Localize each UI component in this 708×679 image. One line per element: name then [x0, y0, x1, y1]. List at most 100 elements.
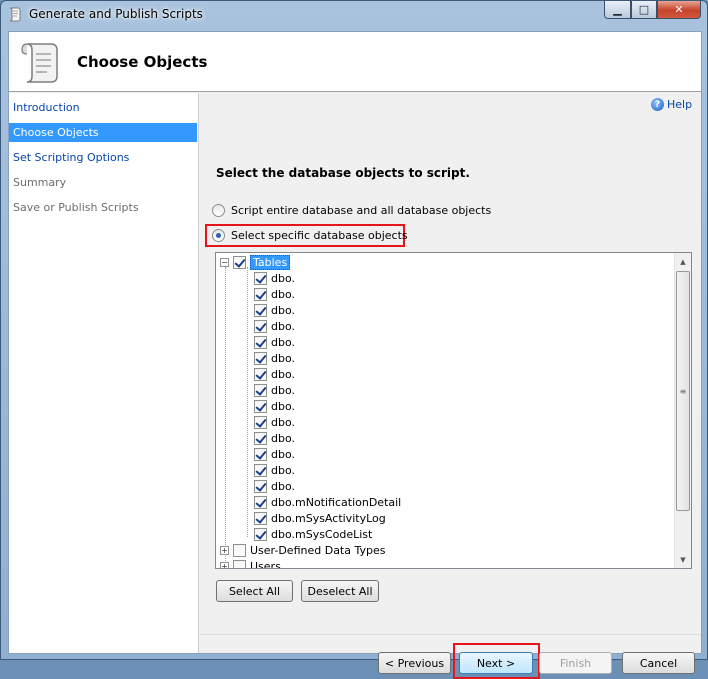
minimize-button[interactable]: ▁: [604, 1, 631, 19]
tree-item[interactable]: dbo.: [254, 478, 295, 494]
title-bar[interactable]: Generate and Publish Scripts ▁ □ ✕: [1, 1, 707, 27]
checkbox[interactable]: [254, 527, 267, 541]
expand-icon[interactable]: +: [220, 561, 229, 568]
minimize-icon: ▁: [613, 3, 622, 16]
tree-item[interactable]: dbo.: [254, 318, 295, 334]
tree-item[interactable]: dbo.: [254, 366, 295, 382]
tree-item[interactable]: dbo.: [254, 430, 295, 446]
checkbox[interactable]: [233, 543, 246, 557]
radio-specific-objects[interactable]: Select specific database objects: [212, 229, 408, 242]
tree-item[interactable]: dbo.mSysCodeList: [254, 526, 372, 542]
tree-scrollbar[interactable]: ▲ ≡ ▼: [674, 253, 691, 568]
tree-item[interactable]: dbo.: [254, 414, 295, 430]
help-link[interactable]: ? Help: [651, 98, 692, 111]
tree-item-label: dbo.: [271, 431, 295, 445]
tree-item[interactable]: dbo.: [254, 382, 295, 398]
checkbox[interactable]: [254, 351, 267, 365]
tree-item-label: dbo.: [271, 319, 295, 333]
tree-item-label: dbo.mSysActivityLog: [271, 511, 386, 525]
tree-node-user-defined-data-types[interactable]: + User-Defined Data Types: [220, 542, 385, 558]
deselect-all-button[interactable]: Deselect All: [301, 580, 379, 602]
main-panel: ? Help Select the database objects to sc…: [200, 93, 701, 679]
section-title: Select the database objects to script.: [216, 166, 470, 180]
footer-divider: [200, 634, 701, 635]
previous-button[interactable]: < Previous: [378, 652, 451, 674]
checkbox[interactable]: [254, 495, 267, 509]
cancel-button[interactable]: Cancel: [622, 652, 695, 674]
scroll-thumb[interactable]: ≡: [676, 271, 690, 511]
help-icon: ?: [651, 98, 664, 111]
nav-item-set-scripting-options[interactable]: Set Scripting Options: [9, 148, 197, 167]
tree-item-label: dbo.: [271, 479, 295, 493]
collapse-icon[interactable]: −: [220, 257, 229, 267]
checkbox[interactable]: [233, 559, 246, 568]
radio-entire-database-control[interactable]: [212, 204, 225, 217]
tree-item[interactable]: dbo.: [254, 302, 295, 318]
checkbox[interactable]: [254, 319, 267, 333]
checkbox[interactable]: [254, 335, 267, 349]
tree-item[interactable]: dbo.: [254, 334, 295, 350]
tree-item-label: dbo.: [271, 287, 295, 301]
checkbox[interactable]: [254, 287, 267, 301]
scroll-up-icon[interactable]: ▲: [675, 253, 691, 270]
scroll-down-icon[interactable]: ▼: [675, 551, 691, 568]
finish-button: Finish: [539, 652, 612, 674]
help-label: Help: [667, 98, 693, 111]
radio-specific-objects-control[interactable]: [212, 229, 225, 242]
tree-node-tables[interactable]: − Tables: [220, 254, 291, 270]
select-all-button[interactable]: Select All: [216, 580, 293, 602]
tree-item[interactable]: dbo.: [254, 462, 295, 478]
maximize-button[interactable]: □: [631, 1, 657, 19]
script-scroll-icon: [9, 7, 21, 22]
radio-entire-database[interactable]: Script entire database and all database …: [212, 204, 491, 217]
object-tree[interactable]: − Tables dbo. dbo. dbo. dbo. dbo. dbo. d…: [215, 252, 692, 569]
wizard-header: Choose Objects: [9, 32, 701, 92]
expand-icon[interactable]: +: [220, 545, 229, 555]
checkbox[interactable]: [254, 367, 267, 381]
checkbox[interactable]: [254, 463, 267, 477]
checkbox[interactable]: [254, 447, 267, 461]
checkbox[interactable]: [254, 399, 267, 413]
tree-item-label: dbo.: [271, 383, 295, 397]
checkbox[interactable]: [254, 431, 267, 445]
wizard-nav: Introduction Choose Objects Set Scriptin…: [9, 93, 199, 653]
maximize-icon: □: [638, 3, 650, 16]
tree-item[interactable]: dbo.: [254, 350, 295, 366]
tree-item[interactable]: dbo.: [254, 446, 295, 462]
nav-item-choose-objects[interactable]: Choose Objects: [9, 123, 197, 142]
tree-item[interactable]: dbo.: [254, 270, 295, 286]
tree-item-label: dbo.: [271, 463, 295, 477]
tree-item-label: dbo.: [271, 447, 295, 461]
tree-item-label: dbo.: [271, 415, 295, 429]
checkbox[interactable]: [254, 271, 267, 285]
tree-node-label: Tables: [250, 254, 291, 270]
tree-connector: [247, 267, 248, 537]
wizard-client-area: Choose Objects Introduction Choose Objec…: [8, 31, 702, 679]
tree-item[interactable]: dbo.: [254, 398, 295, 414]
tree-connector: [225, 267, 226, 568]
checkbox[interactable]: [254, 303, 267, 317]
tree-item-label: dbo.: [271, 367, 295, 381]
tree-node-users[interactable]: + Users: [220, 558, 281, 569]
tree-node-label: Users: [250, 559, 281, 569]
tree-item-label: dbo.mSysCodeList: [271, 527, 373, 541]
wizard-window: Generate and Publish Scripts ▁ □ ✕ Choos…: [0, 0, 708, 679]
tree-item-label: dbo.: [271, 271, 295, 285]
page-title: Choose Objects: [77, 53, 208, 71]
window-title: Generate and Publish Scripts: [29, 7, 203, 21]
tree-item-label: dbo.: [271, 303, 295, 317]
checkbox[interactable]: [254, 383, 267, 397]
next-button[interactable]: Next >: [459, 652, 533, 674]
tree-item-label: dbo.: [271, 399, 295, 413]
nav-item-introduction[interactable]: Introduction: [9, 98, 197, 117]
checkbox[interactable]: [254, 511, 267, 525]
tree-item[interactable]: dbo.mNotificationDetail: [254, 494, 401, 510]
close-button[interactable]: ✕: [657, 1, 701, 19]
tree-item[interactable]: dbo.: [254, 286, 295, 302]
checkbox[interactable]: [254, 415, 267, 429]
tree-item[interactable]: dbo.mSysActivityLog: [254, 510, 386, 526]
radio-specific-objects-label: Select specific database objects: [231, 229, 408, 242]
tree-item-label: dbo.: [271, 335, 295, 349]
checkbox[interactable]: [233, 255, 246, 269]
checkbox[interactable]: [254, 479, 267, 493]
